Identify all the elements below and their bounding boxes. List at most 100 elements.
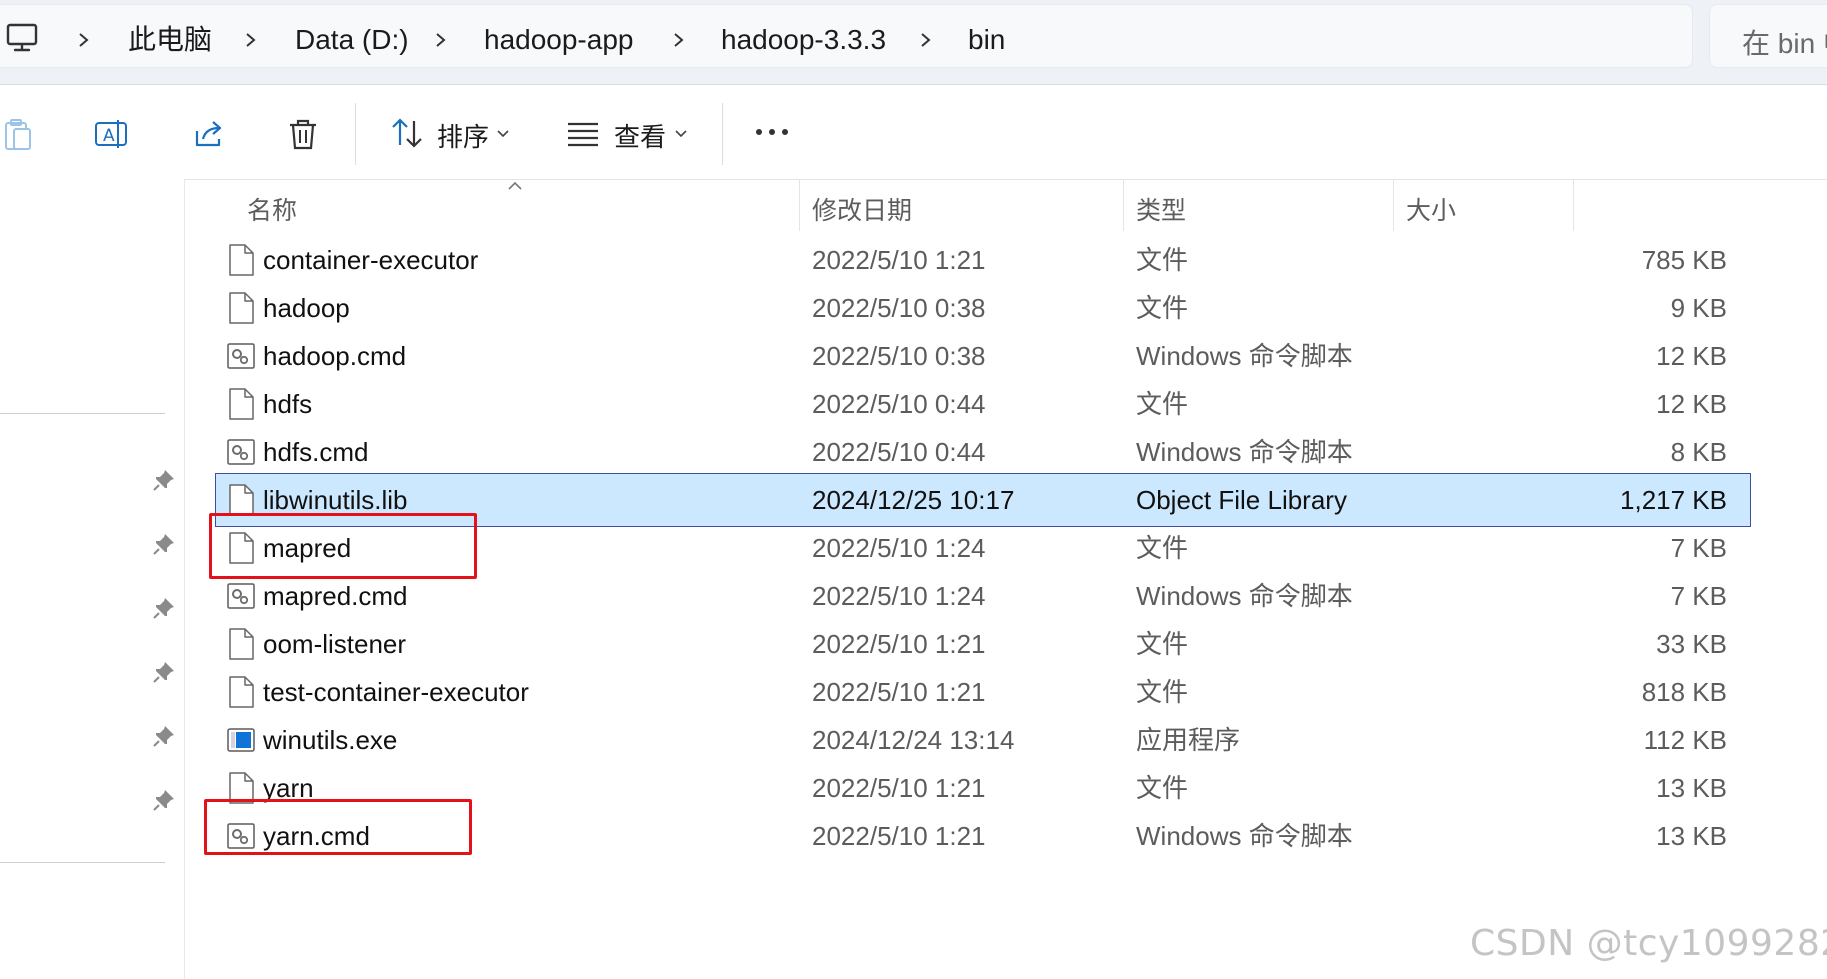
file-date-modified: 2022/5/10 1:21	[812, 773, 986, 803]
chevron-right-icon[interactable]	[672, 25, 686, 55]
file-name: hadoop	[263, 293, 350, 323]
watermark: CSDN @tcy10992820	[1470, 923, 1827, 964]
column-divider[interactable]	[1573, 179, 1574, 231]
file-name: test-container-executor	[263, 677, 529, 707]
search-placeholder: 在 bin 中	[1742, 28, 1827, 59]
breadcrumb[interactable]: 此电脑 Data (D:) hadoop-app hadoop-3.3.3 bi…	[0, 4, 1693, 68]
file-name: hadoop.cmd	[263, 341, 407, 371]
pin-icon[interactable]	[151, 467, 177, 493]
navigation-pane[interactable]	[0, 179, 185, 979]
file-date-modified: 2024/12/25 10:17	[812, 485, 1015, 515]
file-row[interactable]: oom-listener 2022/5/10 1:21 文件 33 KB	[215, 617, 1751, 671]
paste-icon[interactable]	[2, 117, 36, 151]
file-row[interactable]: hadoop.cmd 2022/5/10 0:38 Windows 命令脚本 12 K…	[215, 329, 1751, 383]
file-row[interactable]: hdfs.cmd 2022/5/10 0:44 Windows 命令脚本 8 KB	[215, 425, 1751, 479]
blank-file-icon	[229, 484, 254, 516]
file-type: Windows 命令脚本	[1136, 437, 1353, 467]
sort-label: 排序	[437, 122, 490, 152]
file-name: winutils.exe	[263, 725, 398, 755]
pin-icon[interactable]	[151, 595, 177, 621]
view-button[interactable]: 查看	[566, 111, 692, 155]
file-size: 818 KB	[1641, 677, 1727, 707]
pin-icon[interactable]	[151, 787, 177, 813]
column-header-row: 名称 修改日期 类型 大小	[185, 179, 1585, 231]
svg-text:A: A	[103, 126, 115, 146]
breadcrumb-item-hadoop-version[interactable]: hadoop-3.3.3	[721, 23, 886, 57]
toolbar-divider	[722, 103, 723, 165]
red-highlight-box	[209, 513, 477, 579]
breadcrumb-item-this-pc[interactable]: 此电脑	[128, 23, 212, 57]
file-list[interactable]: 名称 修改日期 类型 大小 container-executor 2022/5/1…	[185, 179, 1827, 979]
column-header-type[interactable]: 类型	[1136, 191, 1186, 227]
file-row[interactable]: test-container-executor 2022/5/10 1:21 文件 8…	[215, 665, 1751, 719]
pin-icon[interactable]	[151, 723, 177, 749]
cmd-script-icon	[227, 343, 255, 369]
file-size: 13 KB	[1656, 773, 1727, 803]
file-date-modified: 2022/5/10 0:38	[812, 341, 986, 371]
file-size: 33 KB	[1656, 629, 1727, 659]
pin-icon[interactable]	[151, 531, 177, 557]
file-row[interactable]: winutils.exe 2024/12/24 13:14 应用程序 112 KB	[215, 713, 1751, 767]
file-date-modified: 2022/5/10 0:44	[812, 437, 986, 467]
more-options-icon[interactable]	[754, 125, 790, 139]
exe-app-icon	[227, 728, 255, 752]
file-date-modified: 2022/5/10 1:21	[812, 245, 986, 275]
blank-file-icon	[229, 388, 254, 420]
chevron-right-icon[interactable]	[919, 25, 933, 55]
delete-icon[interactable]	[286, 117, 320, 151]
file-row[interactable]: container-executor 2022/5/10 1:21 文件 785 KB	[215, 233, 1751, 287]
file-date-modified: 2022/5/10 1:24	[812, 533, 986, 563]
breadcrumb-item-hadoop-app[interactable]: hadoop-app	[484, 23, 633, 57]
column-divider[interactable]	[799, 179, 800, 231]
file-date-modified: 2022/5/10 1:24	[812, 581, 986, 611]
file-date-modified: 2022/5/10 0:38	[812, 293, 986, 323]
file-row[interactable]: hdfs 2022/5/10 0:44 文件 12 KB	[215, 377, 1751, 431]
nav-divider	[0, 413, 165, 414]
pin-icon[interactable]	[151, 659, 177, 685]
column-header-size[interactable]: 大小	[1406, 191, 1456, 227]
share-icon[interactable]	[191, 117, 225, 151]
file-date-modified: 2022/5/10 1:21	[812, 629, 986, 659]
this-pc-icon[interactable]	[6, 23, 38, 53]
file-size: 8 KB	[1670, 437, 1727, 467]
file-type: 文件	[1136, 773, 1189, 803]
column-header-name[interactable]: 名称	[247, 191, 297, 227]
chevron-right-icon[interactable]	[434, 25, 448, 55]
file-date-modified: 2022/5/10 0:44	[812, 389, 986, 419]
rename-icon[interactable]: A	[94, 117, 128, 151]
nav-divider	[0, 862, 165, 863]
column-header-date[interactable]: 修改日期	[812, 191, 912, 227]
file-name: hdfs.cmd	[263, 437, 369, 467]
file-type: Windows 命令脚本	[1136, 341, 1353, 371]
chevron-right-icon[interactable]	[77, 25, 91, 55]
column-divider[interactable]	[1123, 179, 1124, 231]
search-box[interactable]: 在 bin 中	[1709, 4, 1827, 68]
file-size: 112 KB	[1643, 725, 1727, 755]
view-list-icon	[568, 122, 598, 147]
file-type: 应用程序	[1136, 725, 1241, 755]
blank-file-icon	[229, 292, 254, 324]
file-size: 7 KB	[1670, 533, 1727, 563]
file-type: 文件	[1136, 293, 1189, 323]
file-type: 文件	[1136, 389, 1189, 419]
file-size: 12 KB	[1656, 341, 1727, 371]
blank-file-icon	[229, 244, 254, 276]
command-bar: A 排序 查看	[0, 84, 1827, 180]
file-size: 7 KB	[1670, 581, 1727, 611]
file-name: mapred.cmd	[263, 581, 408, 611]
chevron-right-icon[interactable]	[244, 25, 258, 55]
breadcrumb-item-drive[interactable]: Data (D:)	[295, 23, 409, 57]
file-date-modified: 2022/5/10 1:21	[812, 677, 986, 707]
file-row[interactable]: hadoop 2022/5/10 0:38 文件 9 KB	[215, 281, 1751, 335]
chevron-down-icon	[497, 130, 509, 138]
sort-button[interactable]: 排序	[388, 111, 514, 155]
file-name: container-executor	[263, 245, 479, 275]
sort-arrows-icon	[392, 118, 422, 148]
cmd-script-icon	[227, 583, 255, 609]
file-type: 文件	[1136, 677, 1189, 707]
column-divider[interactable]	[1393, 179, 1394, 231]
file-date-modified: 2024/12/24 13:14	[812, 725, 1015, 755]
toolbar-divider	[355, 103, 356, 165]
breadcrumb-item-bin[interactable]: bin	[968, 23, 1005, 57]
red-highlight-box	[204, 799, 472, 855]
